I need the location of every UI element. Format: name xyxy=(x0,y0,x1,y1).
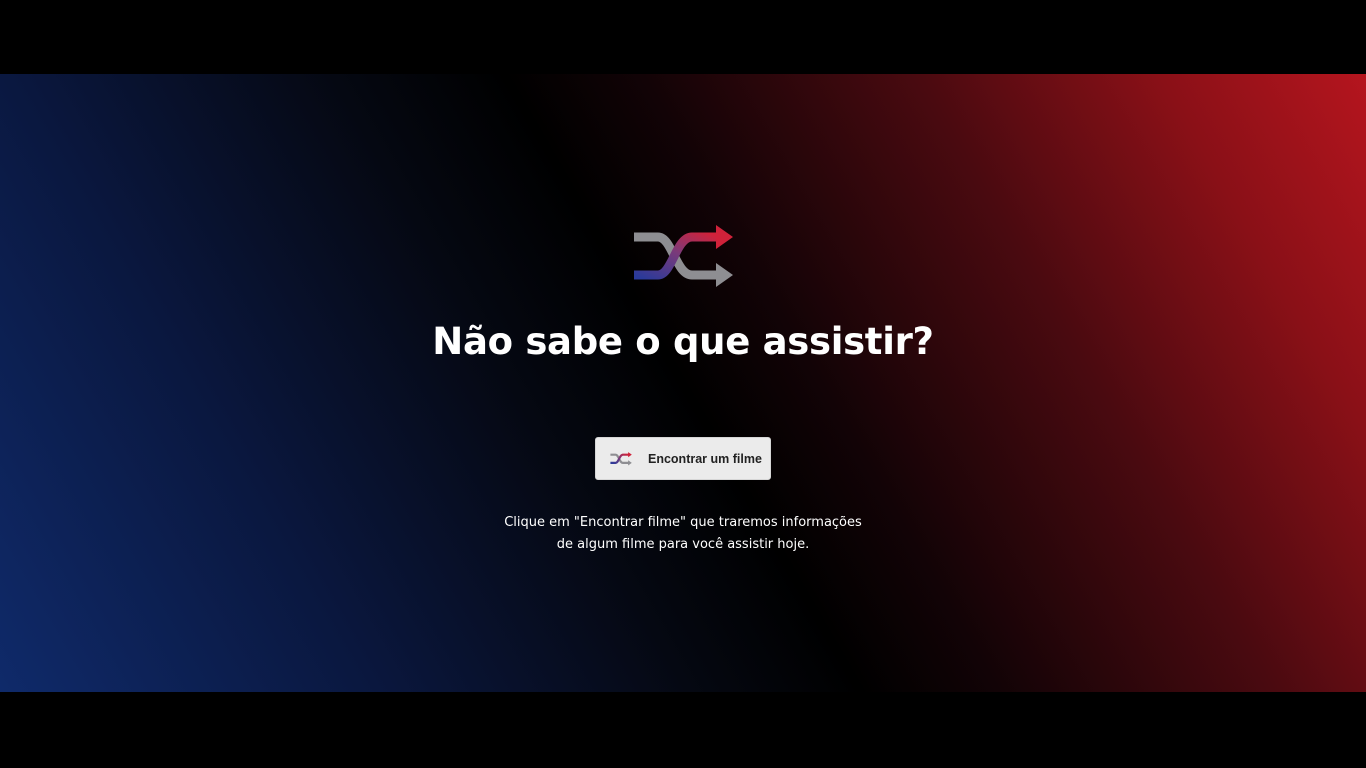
main-stage: Não sabe o que assistir? Encontrar um fi… xyxy=(0,74,1366,692)
letterbox-top xyxy=(0,0,1366,74)
instructions-line-2: de algum filme para você assistir hoje. xyxy=(556,537,810,552)
letterbox-bottom xyxy=(0,692,1366,768)
instructions-text: Clique em "Encontrar filme" que traremos… xyxy=(0,512,1366,556)
shuffle-icon xyxy=(609,450,633,468)
find-movie-label: Encontrar um filme xyxy=(648,451,762,466)
page-title: Não sabe o que assistir? xyxy=(432,320,934,363)
instructions-line-1: Clique em "Encontrar filme" que traremos… xyxy=(504,515,862,530)
shuffle-icon xyxy=(630,220,736,294)
find-movie-button[interactable]: Encontrar um filme xyxy=(595,437,771,480)
